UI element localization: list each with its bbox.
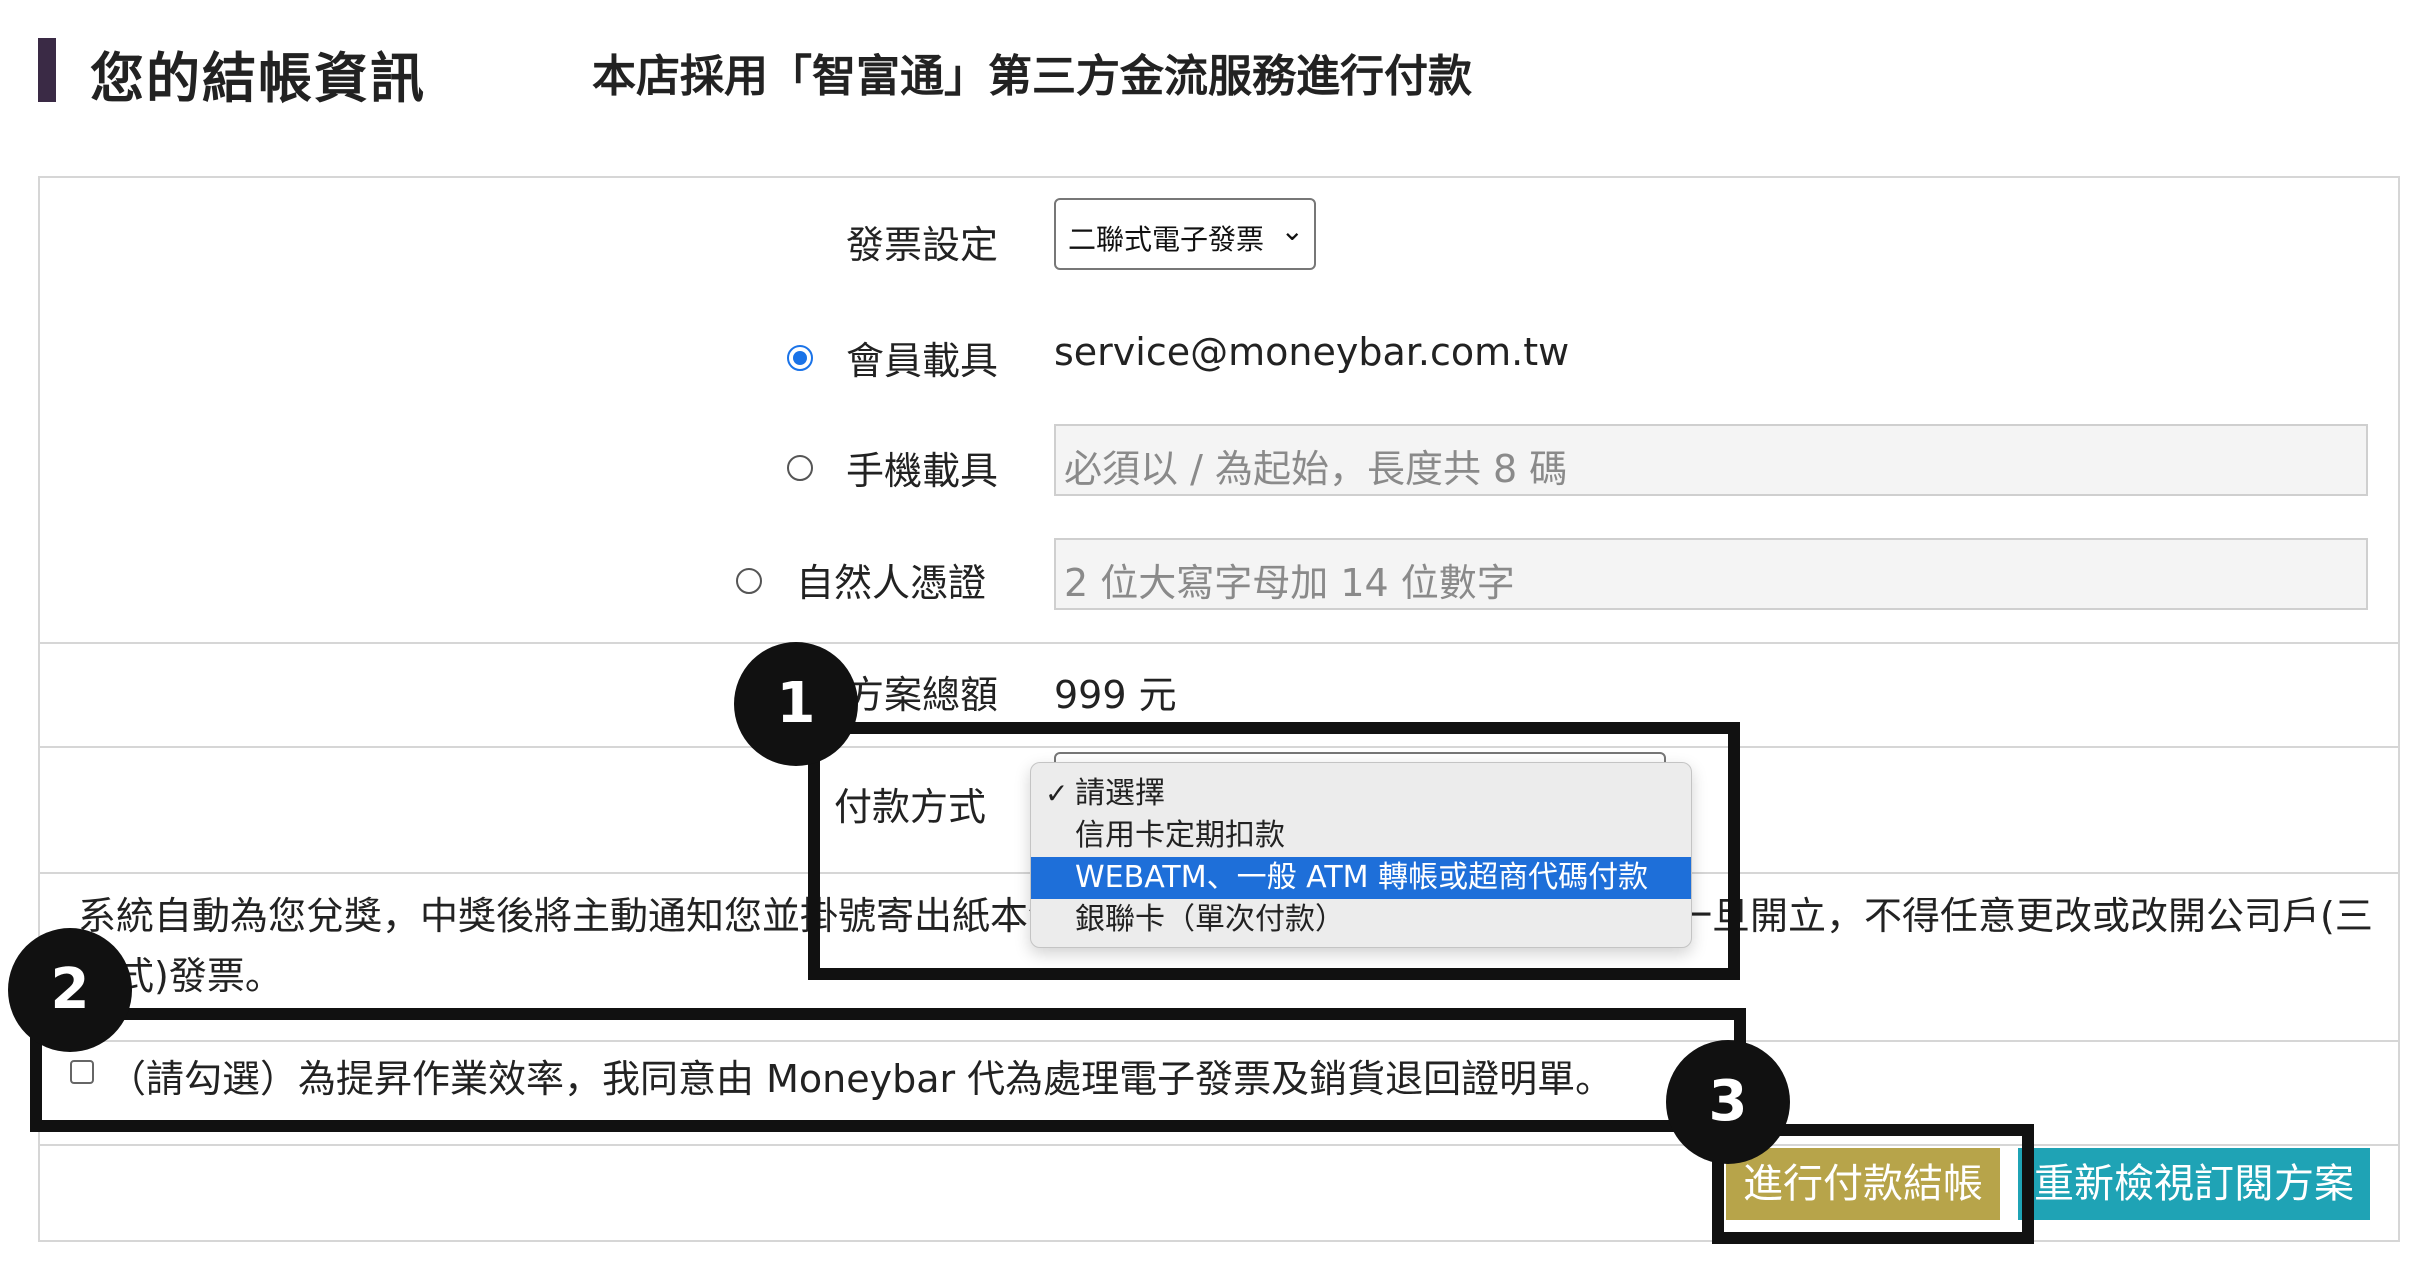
- divider: [38, 1144, 2400, 1146]
- title-accent-bar: [38, 38, 56, 102]
- radio-member-carrier[interactable]: [787, 345, 813, 371]
- radio-mobile-carrier[interactable]: [787, 455, 813, 481]
- citizen-cert-input[interactable]: 2 位大寫字母加 14 位數字: [1054, 538, 2368, 610]
- member-carrier-email: service@moneybar.com.tw: [1054, 330, 1570, 374]
- annotation-badge-1: 1: [734, 642, 858, 766]
- annotation-badge-2: 2: [8, 928, 132, 1052]
- mobile-carrier-label: 手機載具: [846, 449, 999, 493]
- total-value: 999 元: [1054, 673, 1177, 717]
- citizen-cert-label: 自然人憑證: [796, 561, 987, 605]
- annotation-box-1: [808, 722, 1740, 980]
- invoice-label: 發票設定: [846, 223, 999, 267]
- member-carrier-label: 會員載具: [846, 339, 999, 383]
- invoice-type-value: 二聯式電子發票: [1068, 223, 1265, 256]
- mobile-carrier-input[interactable]: 必須以 / 為起始，長度共 8 碼: [1054, 424, 2368, 496]
- page-title: 您的結帳資訊: [90, 47, 426, 110]
- review-plan-button[interactable]: 重新檢視訂閱方案: [2018, 1148, 2370, 1220]
- divider: [38, 642, 2400, 644]
- page-subtitle: 本店採用「智富通」第三方金流服務進行付款: [592, 51, 1472, 102]
- radio-citizen-cert[interactable]: [736, 568, 762, 594]
- chevron-down-icon: ⌄: [1280, 214, 1304, 247]
- annotation-badge-3: 3: [1666, 1040, 1790, 1164]
- invoice-type-select[interactable]: 二聯式電子發票 ⌄: [1054, 198, 1316, 270]
- annotation-box-2: [30, 1008, 1746, 1132]
- total-label: 方案總額: [846, 673, 999, 717]
